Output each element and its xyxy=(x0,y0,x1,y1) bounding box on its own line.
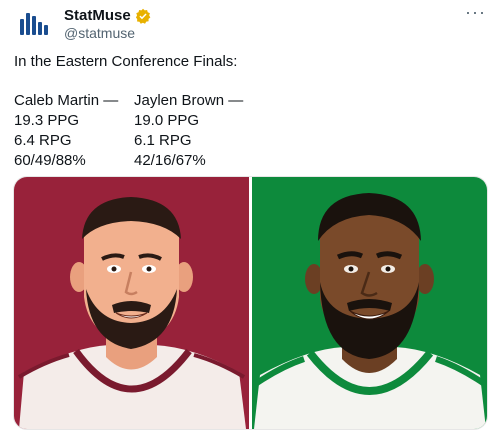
player-1-illustration xyxy=(14,177,249,429)
media-right-panel[interactable] xyxy=(252,177,487,429)
stat-row-rpg: 6.4 RPG 6.1 RPG xyxy=(14,131,284,151)
player-2-rpg: 6.1 RPG xyxy=(134,132,192,149)
tweet-media[interactable] xyxy=(13,176,488,430)
player-1-shooting: 60/49/88% xyxy=(14,152,86,169)
stats-table: Caleb Martin — Jaylen Brown — 19.3 PPG 1… xyxy=(14,91,284,171)
more-horizontal-icon[interactable]: ··· xyxy=(465,2,486,23)
author-handle[interactable]: @statmuse xyxy=(64,25,135,41)
stat-row-ppg: 19.3 PPG 19.0 PPG xyxy=(14,111,284,131)
tweet-body: In the Eastern Conference Finals: xyxy=(14,52,484,72)
stat-row-names: Caleb Martin — Jaylen Brown — xyxy=(14,91,284,111)
tweet-intro: In the Eastern Conference Finals: xyxy=(14,53,238,70)
player-1-name: Caleb Martin — xyxy=(14,92,119,109)
author-display-name[interactable]: StatMuse xyxy=(64,7,131,24)
player-2-name: Jaylen Brown — xyxy=(134,92,244,109)
player-2-ppg: 19.0 PPG xyxy=(134,112,200,129)
tweet-header: StatMuse @statmuse ··· xyxy=(14,2,490,44)
player-1-rpg: 6.4 RPG xyxy=(14,132,72,149)
player-2-illustration xyxy=(252,177,487,429)
statmuse-logo-icon xyxy=(20,13,48,35)
author-avatar[interactable] xyxy=(14,4,54,44)
stat-row-shooting: 60/49/88% 42/16/67% xyxy=(14,151,284,171)
player-2-shooting: 42/16/67% xyxy=(134,152,206,169)
player-1-ppg: 19.3 PPG xyxy=(14,112,80,129)
verified-badge-icon xyxy=(135,8,151,24)
media-left-panel[interactable] xyxy=(14,177,249,429)
